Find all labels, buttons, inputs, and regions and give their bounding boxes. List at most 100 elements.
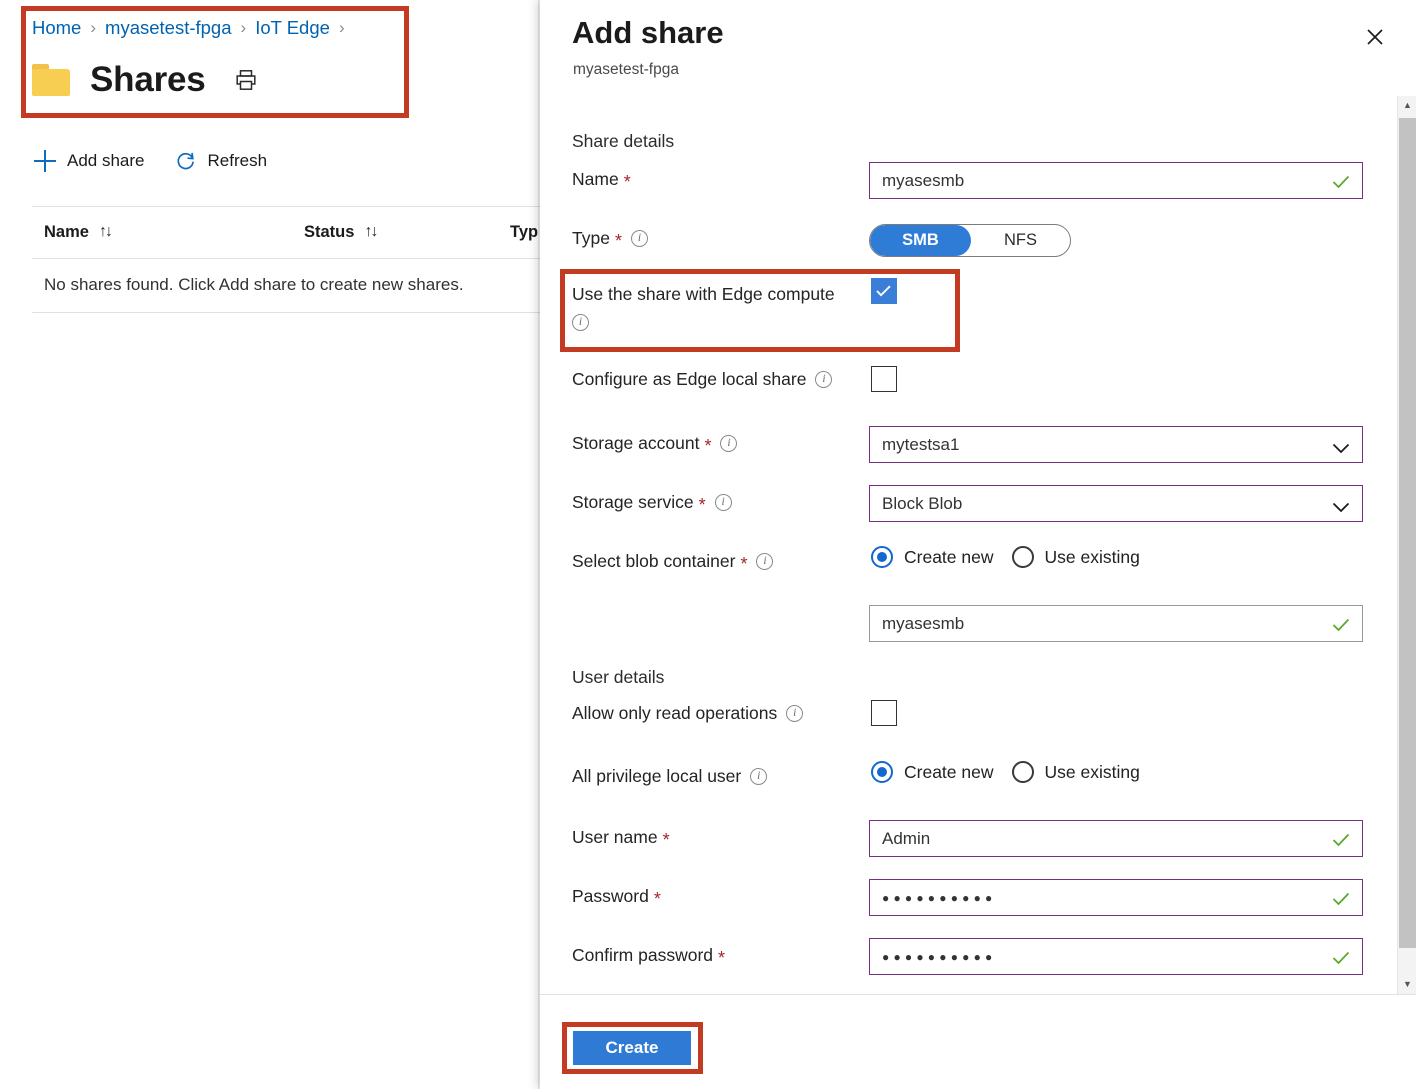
allow-read-only-checkbox[interactable] — [871, 700, 897, 726]
close-icon[interactable] — [1358, 20, 1392, 54]
blob-container-name-input[interactable]: myasesmb — [869, 605, 1363, 642]
label-blob-container: Select blob container * — [572, 551, 773, 572]
info-icon[interactable] — [750, 768, 767, 785]
panel-subtitle: myasetest-fpga — [573, 61, 679, 79]
label-privilege-user-text: All privilege local user — [572, 766, 741, 787]
scrollbar-down-arrow[interactable]: ▼ — [1398, 975, 1416, 994]
add-share-label: Add share — [67, 151, 145, 171]
blob-container-radio-group: Create new Use existing — [871, 546, 1140, 568]
label-confirm-password-text: Confirm password — [572, 945, 713, 966]
confirm-password-input-value: ●●●●●●●●●● — [882, 950, 1332, 964]
radio-icon-selected — [871, 761, 893, 783]
scrollbar-thumb[interactable] — [1399, 118, 1416, 948]
radio-icon-selected — [871, 546, 893, 568]
password-input[interactable]: ●●●●●●●●●● — [869, 879, 1363, 916]
password-input-value: ●●●●●●●●●● — [882, 891, 1332, 905]
column-header-name[interactable]: Name ↑↓ — [44, 223, 111, 242]
name-input-value: myasesmb — [882, 171, 1332, 191]
info-icon[interactable] — [815, 371, 832, 388]
column-header-name-label: Name — [44, 223, 89, 242]
sort-icon[interactable]: ↑↓ — [99, 223, 111, 241]
chevron-up-icon: ▲ — [1398, 96, 1416, 115]
label-blob-container-text: Select blob container — [572, 551, 735, 572]
label-user-name: User name * — [572, 827, 670, 848]
radio-blob-use-existing[interactable]: Use existing — [1012, 546, 1140, 568]
shares-blade: Home › myasetest-fpga › IoT Edge › Share… — [0, 0, 540, 1089]
info-icon[interactable] — [572, 314, 589, 331]
section-header-user-details: User details — [572, 667, 664, 688]
check-icon — [1332, 174, 1350, 188]
blade-toolbar: Add share Refresh — [34, 150, 267, 172]
shares-table-header: Name ↑↓ Status ↑↓ Typ — [32, 206, 540, 258]
table-empty-message: No shares found. Click Add share to crea… — [44, 258, 464, 312]
blob-container-name-value: myasesmb — [882, 614, 1332, 634]
radio-user-use-existing-label: Use existing — [1045, 762, 1140, 783]
edge-local-share-checkbox[interactable] — [871, 366, 897, 392]
column-header-status-label: Status — [304, 223, 354, 242]
column-header-type-label: Typ — [510, 223, 538, 242]
share-type-toggle[interactable]: SMB NFS — [869, 224, 1071, 257]
add-share-panel: Add share myasetest-fpga Share details N… — [540, 0, 1416, 1089]
check-icon — [1332, 891, 1350, 905]
panel-scrollbar[interactable]: ▲ ▼ — [1397, 96, 1416, 994]
check-icon — [1332, 617, 1350, 631]
required-asterisk: * — [663, 831, 670, 849]
label-storage-account: Storage account * — [572, 433, 737, 454]
label-privilege-user: All privilege local user — [572, 766, 767, 787]
sort-icon[interactable]: ↑↓ — [364, 223, 376, 241]
create-button[interactable]: Create — [573, 1031, 691, 1065]
label-user-name-text: User name — [572, 827, 658, 848]
label-storage-service: Storage service * — [572, 492, 732, 513]
required-asterisk: * — [740, 555, 747, 573]
panel-footer-divider — [540, 994, 1416, 995]
label-allow-read-only: Allow only read operations — [572, 703, 803, 724]
info-icon[interactable] — [631, 230, 648, 247]
label-name-text: Name — [572, 169, 619, 190]
required-asterisk: * — [615, 232, 622, 250]
info-icon[interactable] — [786, 705, 803, 722]
info-icon[interactable] — [715, 494, 732, 511]
toggle-option-nfs[interactable]: NFS — [971, 225, 1070, 256]
storage-account-value: mytestsa1 — [882, 435, 1332, 455]
label-password-text: Password — [572, 886, 649, 907]
scrollbar-up-arrow[interactable]: ▲ — [1398, 96, 1416, 115]
info-icon[interactable] — [756, 553, 773, 570]
label-storage-account-text: Storage account — [572, 433, 699, 454]
radio-blob-use-existing-label: Use existing — [1045, 547, 1140, 568]
label-edge-local-share-text: Configure as Edge local share — [572, 369, 806, 390]
label-type: Type * — [572, 228, 648, 249]
storage-account-dropdown[interactable]: mytestsa1 — [869, 426, 1363, 463]
label-edge-compute-text: Use the share with Edge compute — [572, 284, 835, 304]
screenshot-root: Home › myasetest-fpga › IoT Edge › Share… — [0, 0, 1416, 1089]
radio-user-create-new[interactable]: Create new — [871, 761, 994, 783]
radio-user-use-existing[interactable]: Use existing — [1012, 761, 1140, 783]
label-edge-compute: Use the share with Edge compute — [572, 284, 835, 331]
check-icon — [1332, 832, 1350, 846]
chevron-down-icon — [1332, 498, 1350, 509]
name-input[interactable]: myasesmb — [869, 162, 1363, 199]
section-header-share-details: Share details — [572, 131, 674, 152]
required-asterisk: * — [654, 890, 661, 908]
radio-blob-create-new[interactable]: Create new — [871, 546, 994, 568]
add-share-button[interactable]: Add share — [34, 150, 145, 172]
check-icon — [876, 284, 891, 302]
confirm-password-input[interactable]: ●●●●●●●●●● — [869, 938, 1363, 975]
required-asterisk: * — [718, 949, 725, 967]
user-name-value: Admin — [882, 829, 1332, 849]
refresh-button[interactable]: Refresh — [175, 150, 268, 172]
radio-icon — [1012, 761, 1034, 783]
toggle-option-smb[interactable]: SMB — [870, 225, 971, 256]
radio-icon — [1012, 546, 1034, 568]
info-icon[interactable] — [720, 435, 737, 452]
required-asterisk: * — [704, 437, 711, 455]
edge-compute-checkbox[interactable] — [871, 278, 897, 304]
refresh-icon — [175, 150, 197, 172]
storage-service-dropdown[interactable]: Block Blob — [869, 485, 1363, 522]
column-header-type[interactable]: Typ — [510, 223, 538, 242]
privilege-user-radio-group: Create new Use existing — [871, 761, 1140, 783]
label-name: Name * — [572, 169, 631, 190]
user-name-input[interactable]: Admin — [869, 820, 1363, 857]
radio-user-create-new-label: Create new — [904, 762, 994, 783]
column-header-status[interactable]: Status ↑↓ — [304, 223, 376, 242]
label-storage-service-text: Storage service — [572, 492, 694, 513]
